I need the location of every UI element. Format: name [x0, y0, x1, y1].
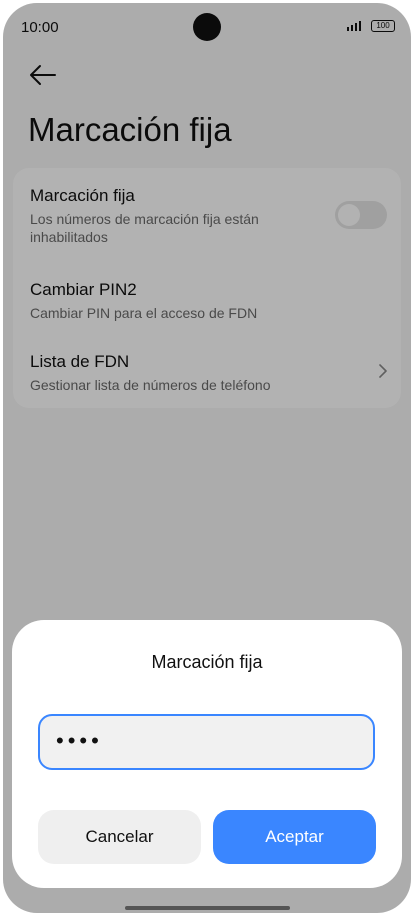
accept-button[interactable]: Aceptar [213, 810, 376, 864]
screen: 10:00 100 Marcación fija Marcación fija … [3, 3, 411, 913]
device-frame: 10:00 100 Marcación fija Marcación fija … [0, 0, 414, 916]
pin-dialog: Marcación fija •••• Cancelar Aceptar [12, 620, 402, 888]
pin-input[interactable]: •••• [38, 714, 375, 770]
home-indicator[interactable] [125, 906, 290, 910]
cancel-button[interactable]: Cancelar [38, 810, 201, 864]
dialog-title: Marcación fija [151, 652, 263, 672]
